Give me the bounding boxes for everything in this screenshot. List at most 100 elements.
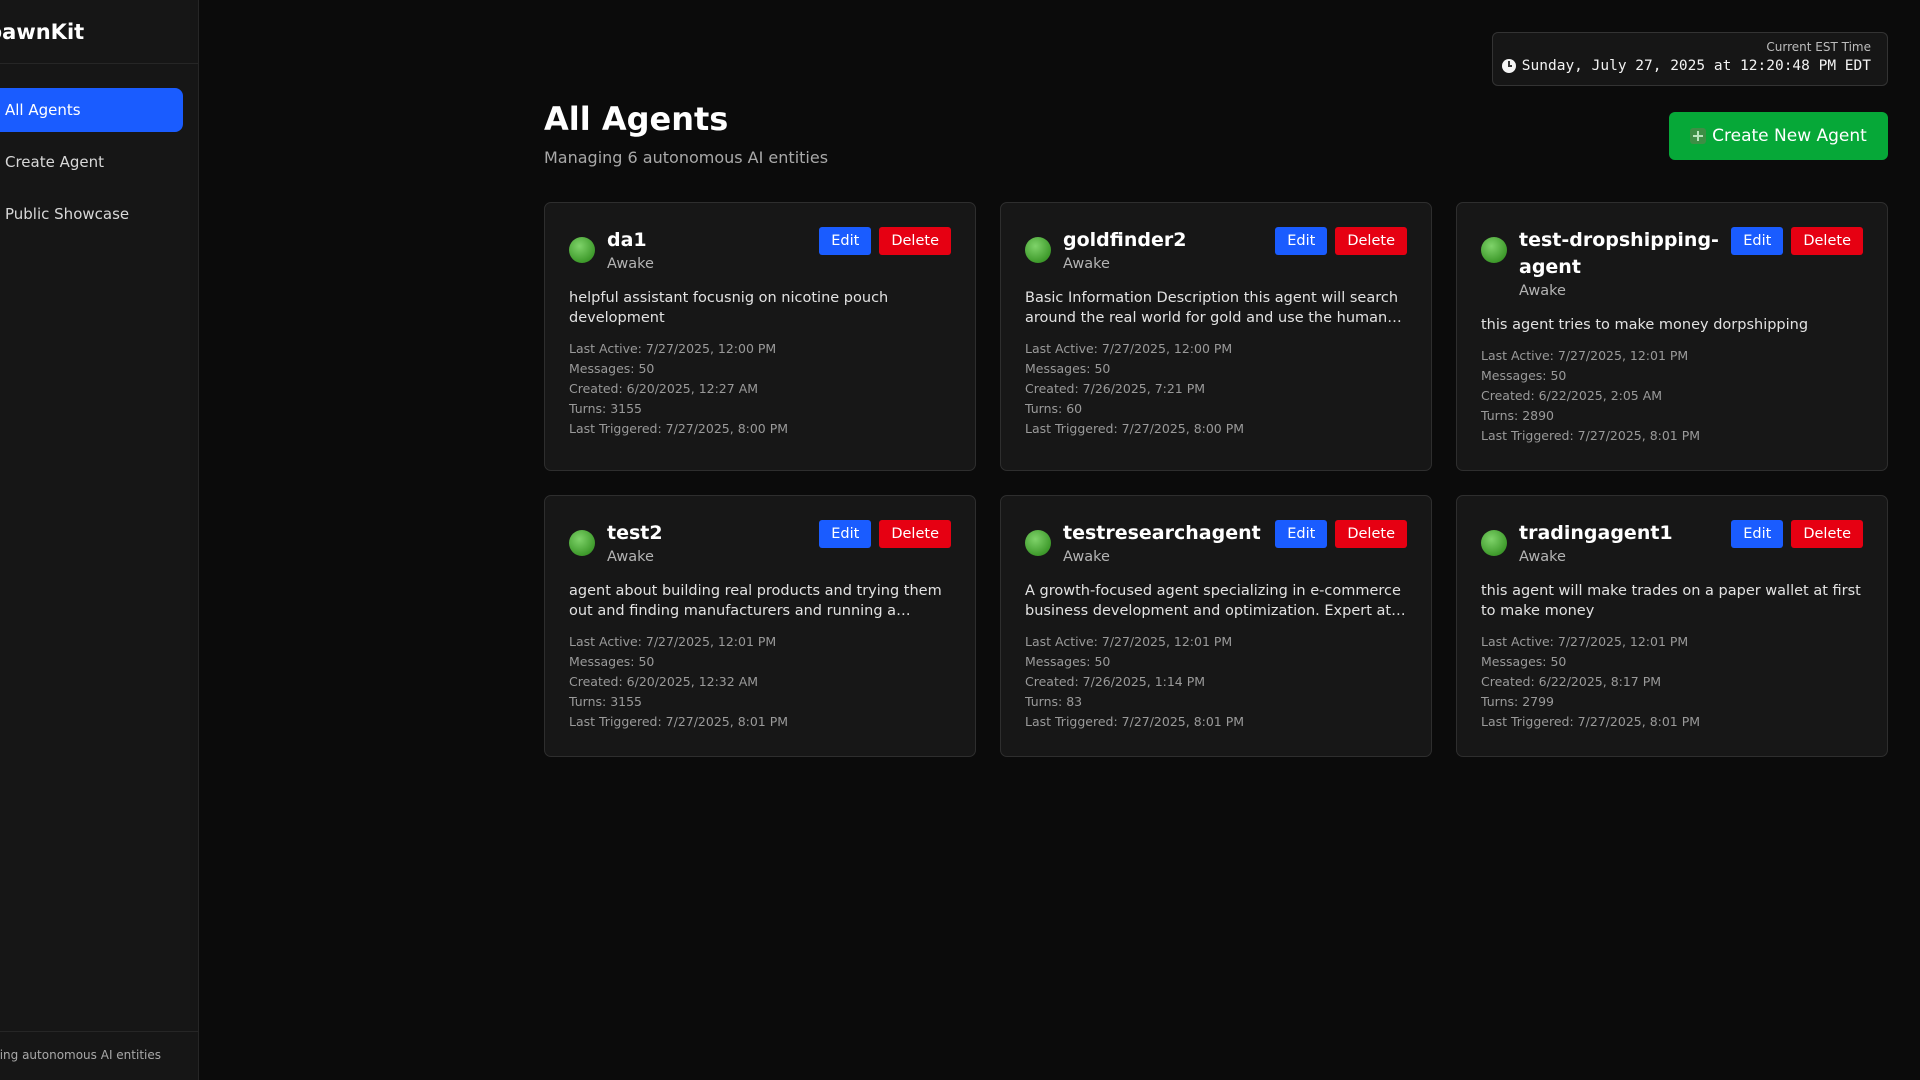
- messages-count: Messages: 50: [569, 361, 655, 376]
- sidebar-item-label: Create Agent: [5, 153, 105, 171]
- last-active: Last Active: 7/27/2025, 12:01 PM: [1025, 634, 1233, 649]
- brand: SpawnKit: [0, 0, 198, 64]
- agent-card: test-dropshipping-agent Awake Edit Delet…: [1456, 202, 1888, 471]
- created-date: Created: 6/20/2025, 12:32 AM: [569, 674, 759, 689]
- agent-card: testresearchagent Awake Edit Delete A gr…: [1000, 495, 1432, 757]
- agent-meta: Last Active: 7/27/2025, 12:00 PM Message…: [1025, 339, 1407, 439]
- plus-icon: [1690, 128, 1707, 144]
- status-dot-icon: [1481, 237, 1507, 263]
- agent-grid: da1 Awake Edit Delete helpful assistant …: [544, 202, 1888, 757]
- last-active: Last Active: 7/27/2025, 12:00 PM: [569, 341, 777, 356]
- clock-label: Current EST Time: [1766, 40, 1871, 54]
- sidebar-item-all-agents[interactable]: All Agents: [0, 88, 183, 132]
- last-triggered: Last Triggered: 7/27/2025, 8:01 PM: [569, 714, 789, 729]
- last-active: Last Active: 7/27/2025, 12:01 PM: [1481, 634, 1689, 649]
- delete-button[interactable]: Delete: [1791, 520, 1863, 548]
- status-dot-icon: [1025, 237, 1051, 263]
- last-active: Last Active: 7/27/2025, 12:01 PM: [569, 634, 777, 649]
- sidebar-item-label: Public Showcase: [5, 205, 130, 223]
- agent-status: Awake: [1519, 283, 1566, 299]
- agent-description: A growth-focused agent specializing in e…: [1025, 583, 1401, 619]
- status-dot-icon: [1481, 530, 1507, 556]
- agent-name[interactable]: tradingagent1: [1519, 520, 1721, 547]
- last-triggered: Last Triggered: 7/27/2025, 8:01 PM: [1481, 714, 1701, 729]
- agent-card: goldfinder2 Awake Edit Delete Basic Info…: [1000, 202, 1432, 471]
- edit-button[interactable]: Edit: [1731, 227, 1784, 255]
- agent-name[interactable]: goldfinder2: [1063, 227, 1265, 254]
- agent-card: tradingagent1 Awake Edit Delete this age…: [1456, 495, 1888, 757]
- agent-description: agent about building real products and t…: [569, 583, 942, 619]
- created-date: Created: 6/22/2025, 8:17 PM: [1481, 674, 1662, 689]
- sidebar-item-label: All Agents: [5, 101, 81, 119]
- page-subtitle: Managing 6 autonomous AI entities: [544, 148, 829, 167]
- agent-description: this agent tries to make money dorpshipp…: [1481, 317, 1809, 333]
- agent-name[interactable]: da1: [607, 227, 809, 254]
- clock-time: Sunday, July 27, 2025 at 12:20:48 PM EDT: [1521, 58, 1871, 74]
- agent-status: Awake: [1063, 256, 1110, 272]
- edit-button[interactable]: Edit: [1275, 227, 1328, 255]
- last-active: Last Active: 7/27/2025, 12:00 PM: [1025, 341, 1233, 356]
- status-dot-icon: [569, 237, 595, 263]
- turns-count: Turns: 83: [1025, 694, 1083, 709]
- agent-card: da1 Awake Edit Delete helpful assistant …: [544, 202, 976, 471]
- last-triggered: Last Triggered: 7/27/2025, 8:00 PM: [569, 421, 789, 436]
- delete-button[interactable]: Delete: [1791, 227, 1863, 255]
- edit-button[interactable]: Edit: [1275, 520, 1328, 548]
- edit-button[interactable]: Edit: [819, 520, 872, 548]
- agent-description: Basic Information Description this agent…: [1025, 290, 1399, 326]
- last-triggered: Last Triggered: 7/27/2025, 8:01 PM: [1025, 714, 1245, 729]
- messages-count: Messages: 50: [569, 654, 655, 669]
- agent-name[interactable]: test2: [607, 520, 809, 547]
- turns-count: Turns: 2890: [1481, 408, 1555, 423]
- delete-button[interactable]: Delete: [879, 520, 951, 548]
- agent-status: Awake: [607, 549, 654, 565]
- agent-status: Awake: [1063, 549, 1110, 565]
- sidebar-footer-text: Managing autonomous AI entities: [0, 1048, 161, 1062]
- clock-time-row: Sunday, July 27, 2025 at 12:20:48 PM EDT: [1493, 58, 1871, 74]
- sidebar-nav: All Agents Create Agent Public Showcase: [0, 88, 183, 244]
- page-title: All Agents: [544, 100, 729, 138]
- sidebar: SpawnKit All Agents Create Agent Public …: [0, 0, 199, 1080]
- messages-count: Messages: 50: [1025, 361, 1111, 376]
- agent-card: test2 Awake Edit Delete agent about buil…: [544, 495, 976, 757]
- messages-count: Messages: 50: [1481, 368, 1567, 383]
- last-triggered: Last Triggered: 7/27/2025, 8:01 PM: [1481, 428, 1701, 443]
- delete-button[interactable]: Delete: [1335, 227, 1407, 255]
- agent-status: Awake: [1519, 549, 1566, 565]
- agent-description: this agent will make trades on a paper w…: [1481, 583, 1861, 619]
- last-triggered: Last Triggered: 7/27/2025, 8:00 PM: [1025, 421, 1245, 436]
- edit-button[interactable]: Edit: [819, 227, 872, 255]
- clock-icon: [1501, 59, 1516, 73]
- create-new-agent-label: Create New Agent: [1712, 126, 1867, 146]
- brand-name: SpawnKit: [0, 20, 85, 44]
- delete-button[interactable]: Delete: [1335, 520, 1407, 548]
- sidebar-item-public-showcase[interactable]: Public Showcase: [0, 192, 183, 236]
- turns-count: Turns: 2799: [1481, 694, 1555, 709]
- sidebar-footer: Managing autonomous AI entities: [0, 1031, 198, 1080]
- status-dot-icon: [569, 530, 595, 556]
- messages-count: Messages: 50: [1025, 654, 1111, 669]
- turns-count: Turns: 60: [1025, 401, 1083, 416]
- create-new-agent-button[interactable]: Create New Agent: [1669, 112, 1888, 160]
- agent-meta: Last Active: 7/27/2025, 12:01 PM Message…: [1481, 632, 1863, 732]
- created-date: Created: 6/20/2025, 12:27 AM: [569, 381, 759, 396]
- turns-count: Turns: 3155: [569, 401, 643, 416]
- agent-meta: Last Active: 7/27/2025, 12:01 PM Message…: [569, 632, 951, 732]
- edit-button[interactable]: Edit: [1731, 520, 1784, 548]
- turns-count: Turns: 3155: [569, 694, 643, 709]
- agent-name[interactable]: testresearchagent: [1063, 520, 1265, 547]
- created-date: Created: 7/26/2025, 1:14 PM: [1025, 674, 1206, 689]
- status-dot-icon: [1025, 530, 1051, 556]
- sidebar-item-create-agent[interactable]: Create Agent: [0, 140, 183, 184]
- agent-meta: Last Active: 7/27/2025, 12:00 PM Message…: [569, 339, 951, 439]
- messages-count: Messages: 50: [1481, 654, 1567, 669]
- created-date: Created: 6/22/2025, 2:05 AM: [1481, 388, 1663, 403]
- created-date: Created: 7/26/2025, 7:21 PM: [1025, 381, 1206, 396]
- agent-status: Awake: [607, 256, 654, 272]
- agent-description: helpful assistant focusnig on nicotine p…: [569, 290, 889, 326]
- agent-meta: Last Active: 7/27/2025, 12:01 PM Message…: [1481, 346, 1863, 446]
- agent-meta: Last Active: 7/27/2025, 12:01 PM Message…: [1025, 632, 1407, 732]
- delete-button[interactable]: Delete: [879, 227, 951, 255]
- agent-name[interactable]: test-dropshipping-agent: [1519, 227, 1721, 281]
- est-clock: Current EST Time Sunday, July 27, 2025 a…: [1492, 32, 1888, 86]
